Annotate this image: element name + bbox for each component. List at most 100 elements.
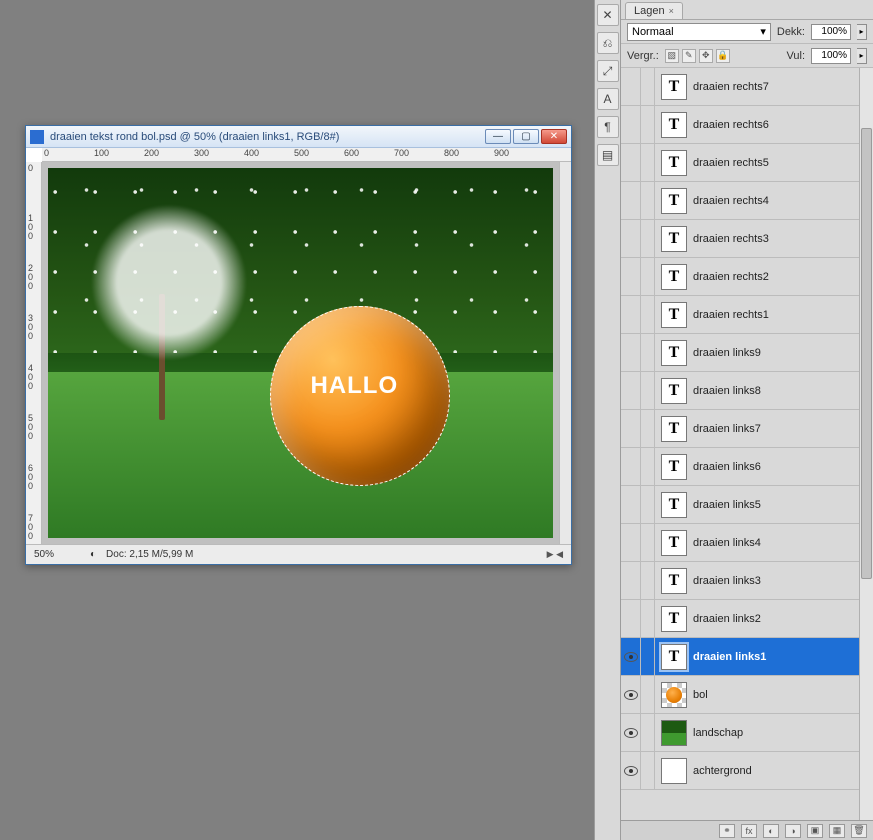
- layer-visibility-toggle[interactable]: [621, 220, 641, 257]
- layer-thumbnail[interactable]: T: [661, 112, 687, 138]
- layer-visibility-toggle[interactable]: [621, 638, 641, 675]
- layer-row[interactable]: Tdraaien rechts4: [621, 182, 873, 220]
- layer-link-cell[interactable]: [641, 714, 655, 751]
- layer-thumbnail[interactable]: [661, 720, 687, 746]
- lock-all-icon[interactable]: 🔒: [716, 49, 730, 63]
- dock-button-4[interactable]: ¶: [597, 116, 619, 138]
- layer-thumbnail[interactable]: T: [661, 150, 687, 176]
- layer-visibility-toggle[interactable]: [621, 182, 641, 219]
- canvas[interactable]: HALLO: [48, 168, 553, 538]
- layer-name[interactable]: draaien rechts2: [693, 271, 769, 283]
- layer-thumbnail[interactable]: T: [661, 644, 687, 670]
- delete-layer-icon[interactable]: 🗑: [851, 824, 867, 838]
- layer-thumbnail[interactable]: [661, 758, 687, 784]
- layer-link-cell[interactable]: [641, 562, 655, 599]
- layer-link-cell[interactable]: [641, 144, 655, 181]
- layer-row[interactable]: Tdraaien links4: [621, 524, 873, 562]
- layer-thumbnail[interactable]: T: [661, 378, 687, 404]
- preview-icon[interactable]: ◐: [90, 549, 96, 560]
- minimize-button[interactable]: —: [485, 129, 511, 144]
- layer-name[interactable]: achtergrond: [693, 765, 752, 777]
- layer-name[interactable]: draaien links1: [693, 651, 766, 663]
- mask-icon[interactable]: ◐: [763, 824, 779, 838]
- ruler-horizontal[interactable]: 0100200300400500600700800900: [42, 148, 571, 162]
- layer-thumbnail[interactable]: T: [661, 416, 687, 442]
- layer-link-cell[interactable]: [641, 638, 655, 675]
- layer-visibility-toggle[interactable]: [621, 448, 641, 485]
- layer-name[interactable]: draaien rechts5: [693, 157, 769, 169]
- layer-row[interactable]: Tdraaien rechts7: [621, 68, 873, 106]
- lock-transparent-icon[interactable]: ▧: [665, 49, 679, 63]
- layer-visibility-toggle[interactable]: [621, 144, 641, 181]
- layer-name[interactable]: draaien links7: [693, 423, 761, 435]
- fill-field[interactable]: 100%: [811, 48, 851, 64]
- layer-name[interactable]: bol: [693, 689, 708, 701]
- layer-visibility-toggle[interactable]: [621, 714, 641, 751]
- layer-visibility-toggle[interactable]: [621, 524, 641, 561]
- layer-thumbnail[interactable]: [661, 682, 687, 708]
- fill-stepper[interactable]: ▸: [857, 48, 867, 64]
- layers-list[interactable]: Tdraaien rechts7 Tdraaien rechts6 Tdraaien…: [621, 68, 873, 820]
- layer-name[interactable]: draaien rechts1: [693, 309, 769, 321]
- layer-link-cell[interactable]: [641, 410, 655, 447]
- dock-button-5[interactable]: ▤: [597, 144, 619, 166]
- layer-name[interactable]: landschap: [693, 727, 743, 739]
- lock-paint-icon[interactable]: ✎: [682, 49, 696, 63]
- layer-link-cell[interactable]: [641, 372, 655, 409]
- canvas-scrollbar-vertical[interactable]: [559, 162, 571, 544]
- layer-visibility-toggle[interactable]: [621, 106, 641, 143]
- layer-row[interactable]: achtergrond: [621, 752, 873, 790]
- opacity-stepper[interactable]: ▸: [857, 24, 867, 40]
- layer-visibility-toggle[interactable]: [621, 752, 641, 789]
- layer-link-cell[interactable]: [641, 448, 655, 485]
- layers-scrollbar-thumb[interactable]: [861, 128, 872, 579]
- layer-visibility-toggle[interactable]: [621, 410, 641, 447]
- layer-link-cell[interactable]: [641, 182, 655, 219]
- layer-visibility-toggle[interactable]: [621, 258, 641, 295]
- layer-name[interactable]: draaien rechts6: [693, 119, 769, 131]
- tab-layers[interactable]: Lagen ×: [625, 2, 683, 19]
- layer-link-cell[interactable]: [641, 486, 655, 523]
- layer-thumbnail[interactable]: T: [661, 302, 687, 328]
- layer-thumbnail[interactable]: T: [661, 454, 687, 480]
- layer-name[interactable]: draaien rechts7: [693, 81, 769, 93]
- layer-link-cell[interactable]: [641, 334, 655, 371]
- layer-row[interactable]: Tdraaien links1: [621, 638, 873, 676]
- layer-visibility-toggle[interactable]: [621, 296, 641, 333]
- adjustment-icon[interactable]: ◑: [785, 824, 801, 838]
- layer-thumbnail[interactable]: T: [661, 264, 687, 290]
- layer-row[interactable]: Tdraaien links5: [621, 486, 873, 524]
- layer-link-cell[interactable]: [641, 524, 655, 561]
- layer-name[interactable]: draaien rechts3: [693, 233, 769, 245]
- dock-button-0[interactable]: ✕: [597, 4, 619, 26]
- layer-name[interactable]: draaien links6: [693, 461, 761, 473]
- layer-row[interactable]: Tdraaien links3: [621, 562, 873, 600]
- layer-name[interactable]: draaien links9: [693, 347, 761, 359]
- group-icon[interactable]: ▣: [807, 824, 823, 838]
- dock-button-2[interactable]: ⤢: [597, 60, 619, 82]
- layer-visibility-toggle[interactable]: [621, 600, 641, 637]
- opacity-field[interactable]: 100%: [811, 24, 851, 40]
- statusbar-menu-icon[interactable]: ▶ ◀: [547, 549, 563, 560]
- canvas-viewport[interactable]: HALLO: [42, 162, 559, 544]
- ruler-vertical[interactable]: 01 0 02 0 03 0 04 0 05 0 06 0 07 0 0: [26, 162, 42, 544]
- link-layers-icon[interactable]: ⚭: [719, 824, 735, 838]
- layer-thumbnail[interactable]: T: [661, 606, 687, 632]
- maximize-button[interactable]: ▢: [513, 129, 539, 144]
- layer-visibility-toggle[interactable]: [621, 372, 641, 409]
- layer-name[interactable]: draaien links5: [693, 499, 761, 511]
- layer-row[interactable]: Tdraaien rechts1: [621, 296, 873, 334]
- layer-link-cell[interactable]: [641, 68, 655, 105]
- close-button[interactable]: ✕: [541, 129, 567, 144]
- layer-row[interactable]: landschap: [621, 714, 873, 752]
- layer-link-cell[interactable]: [641, 258, 655, 295]
- layer-thumbnail[interactable]: T: [661, 340, 687, 366]
- layer-row[interactable]: Tdraaien rechts5: [621, 144, 873, 182]
- layer-row[interactable]: Tdraaien links8: [621, 372, 873, 410]
- layer-thumbnail[interactable]: T: [661, 226, 687, 252]
- zoom-field[interactable]: 50%: [34, 549, 80, 560]
- layer-thumbnail[interactable]: T: [661, 492, 687, 518]
- layer-thumbnail[interactable]: T: [661, 568, 687, 594]
- tab-close-icon[interactable]: ×: [669, 6, 674, 16]
- layer-link-cell[interactable]: [641, 220, 655, 257]
